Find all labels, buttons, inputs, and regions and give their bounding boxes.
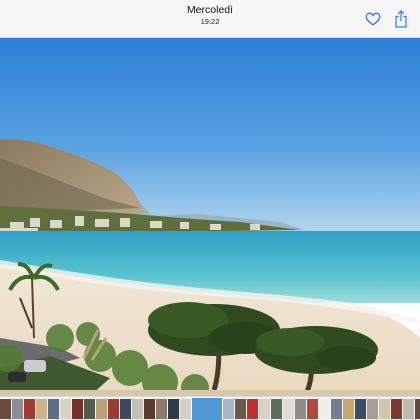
thumbnail[interactable] [319,399,330,419]
share-icon [395,10,407,28]
thumbnail[interactable] [84,399,95,419]
top-bar: Mercoledì 19:22 [0,0,420,38]
photo-time: 19:22 [200,17,220,26]
thumbnail[interactable] [108,399,119,419]
thumbnail[interactable] [120,399,131,419]
share-button[interactable] [390,8,412,30]
thumbnail[interactable] [168,399,179,419]
thumbnail[interactable] [379,399,390,419]
photo-date-title: Mercoledì [186,4,234,16]
thumbnail[interactable] [132,399,143,419]
thumbnail[interactable] [60,399,71,419]
thumbnail[interactable] [367,399,378,419]
thumbnail[interactable] [180,399,191,419]
thumbnail[interactable] [235,399,246,419]
thumbnail[interactable] [144,399,155,419]
favorite-button[interactable] [362,8,384,30]
thumbnail[interactable] [24,399,35,419]
thumbnail[interactable] [295,399,306,419]
thumbnail-current[interactable] [191,397,223,420]
thumbnail[interactable] [307,399,318,419]
thumbnail[interactable] [48,399,59,419]
thumbnail[interactable] [259,399,270,419]
filmstrip[interactable] [0,396,420,420]
thumbnail[interactable] [72,399,83,419]
title-block: Mercoledì 19:22 [0,4,420,27]
thumbnail[interactable] [331,399,342,419]
beach-photo [0,38,420,396]
thumbnail[interactable] [36,399,47,419]
heart-icon [365,12,381,26]
thumbnail[interactable] [271,399,282,419]
photo-view[interactable] [0,38,420,396]
thumbnail[interactable] [156,399,167,419]
thumbnail[interactable] [391,399,402,419]
thumbnail[interactable] [343,399,354,419]
thumbnail[interactable] [12,399,23,419]
thumbnail[interactable] [223,399,234,419]
thumbnail[interactable] [96,399,107,419]
thumbnail[interactable] [403,399,414,419]
thumbnail[interactable] [247,399,258,419]
thumbnail-row [0,397,420,420]
thumbnail[interactable] [415,399,420,419]
thumbnail[interactable] [283,399,294,419]
thumbnail[interactable] [0,399,11,419]
thumbnail[interactable] [355,399,366,419]
